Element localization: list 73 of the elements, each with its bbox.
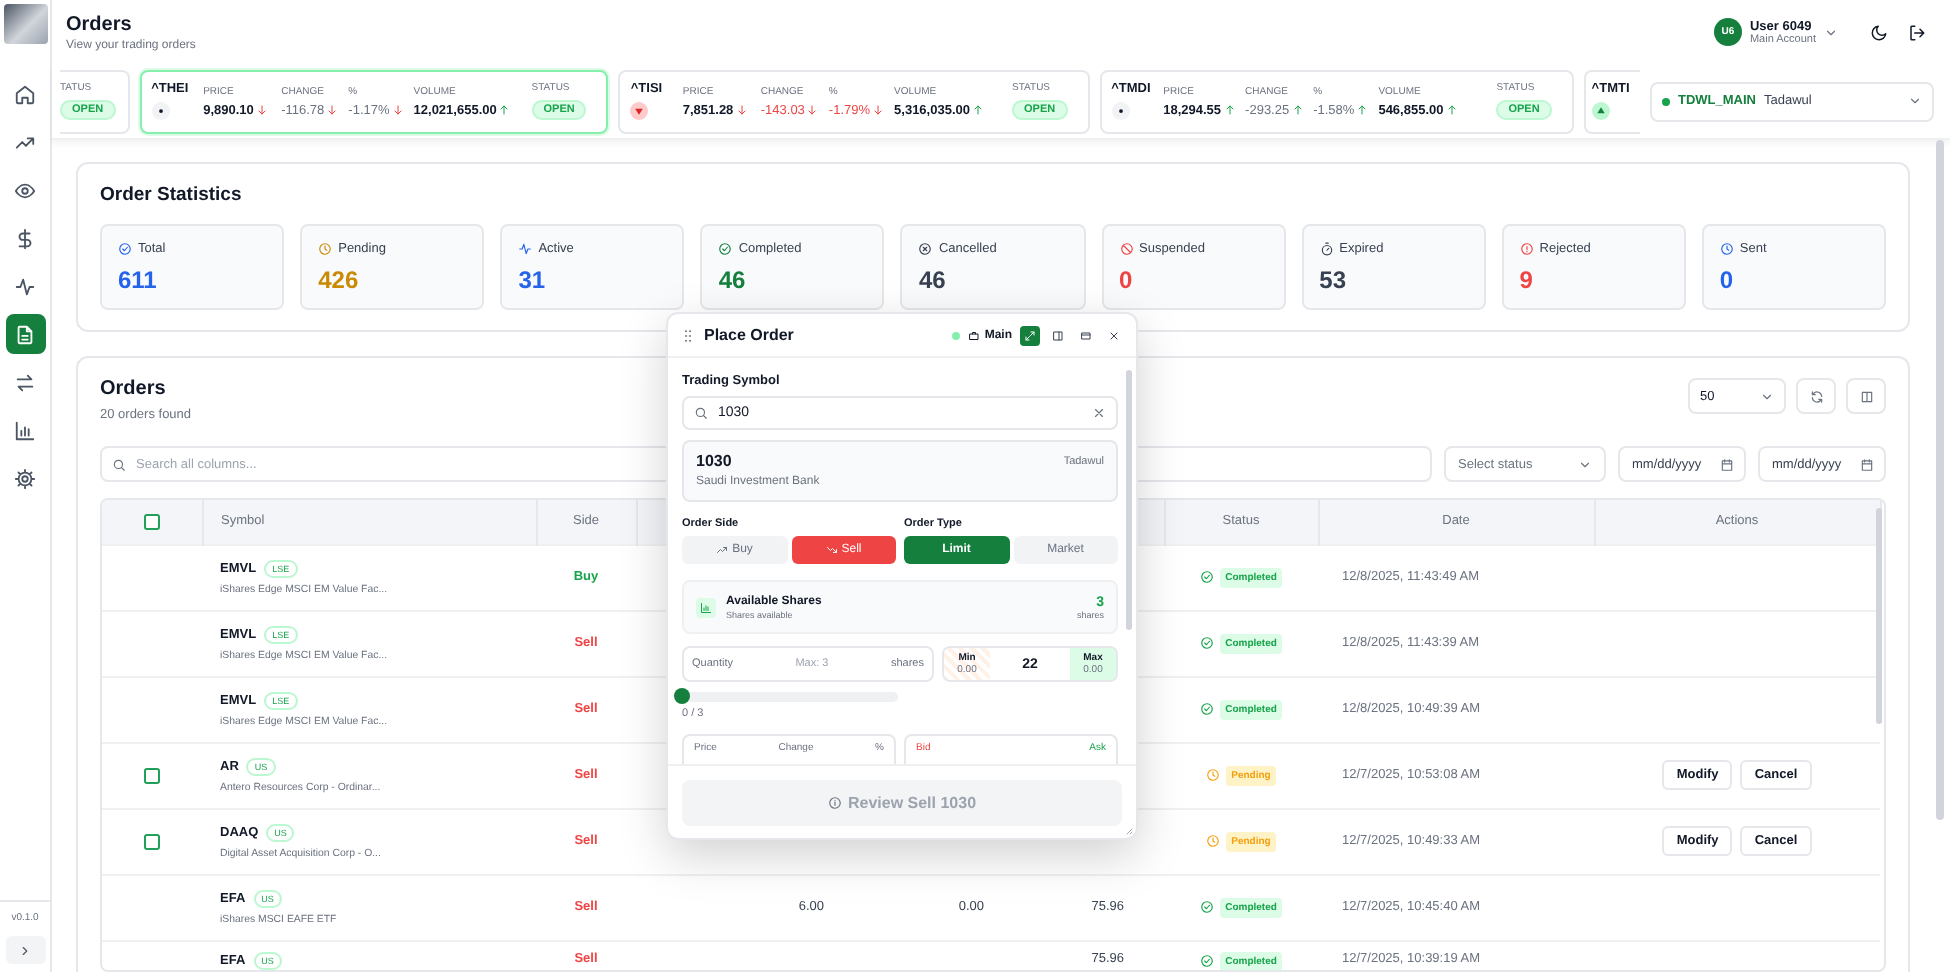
chevron-icon	[18, 943, 32, 957]
ban-icon	[1119, 242, 1134, 256]
scrollbar[interactable]	[1126, 370, 1132, 630]
alert-icon	[1519, 242, 1534, 256]
chevron-down-icon	[1908, 94, 1922, 108]
trend-down-icon	[825, 544, 838, 556]
stat-value: 9	[1519, 266, 1535, 294]
chevron-down-icon	[1760, 389, 1774, 403]
search-icon	[112, 457, 126, 471]
clock-icon	[318, 242, 333, 256]
calendar-icon[interactable]	[1860, 457, 1874, 471]
expand-icon	[1024, 329, 1036, 341]
clock-icon	[1205, 768, 1220, 782]
trend-line-icon	[14, 131, 36, 153]
close-icon	[1108, 329, 1120, 341]
swap-arrows-icon	[14, 371, 36, 393]
stat-value: 46	[918, 266, 948, 294]
section-title: Order Statistics	[100, 184, 244, 206]
expand-button[interactable]	[1020, 325, 1040, 345]
checkbox[interactable]	[144, 767, 160, 783]
dock-button[interactable]	[1048, 325, 1068, 345]
dot-marker-icon	[1111, 102, 1130, 120]
pulse-icon	[14, 275, 36, 297]
status-dot	[952, 331, 961, 339]
section-title: Orders	[100, 378, 168, 400]
clock-icon	[1719, 242, 1734, 256]
stat-value: 53	[1319, 266, 1349, 294]
bar-chart-icon	[696, 597, 716, 617]
chevron-down-icon[interactable]	[1824, 25, 1838, 39]
pulse-icon	[518, 242, 533, 256]
logout-icon[interactable]	[1908, 23, 1926, 41]
refresh-icon	[1809, 389, 1823, 403]
stat-value: 31	[518, 266, 548, 294]
stat-value: 46	[718, 266, 748, 294]
drag-handle-icon[interactable]	[680, 327, 696, 343]
scrollbar[interactable]	[1936, 140, 1944, 820]
refresh-button[interactable]	[1796, 378, 1836, 414]
settings-icon	[14, 467, 36, 489]
dollar-icon	[14, 227, 36, 249]
home-icon	[14, 83, 36, 105]
eye-icon	[14, 179, 36, 201]
columns-button[interactable]	[1846, 378, 1886, 414]
search-icon	[694, 406, 708, 420]
clear-icon[interactable]	[1092, 406, 1106, 420]
resize-handle-icon[interactable]	[1122, 824, 1134, 836]
dot-marker-icon	[151, 102, 170, 120]
columns-icon	[1859, 389, 1873, 403]
calendar-icon[interactable]	[1720, 457, 1734, 471]
dialog-title: Place Order	[704, 326, 796, 344]
stat-value: 0	[1119, 266, 1135, 294]
page-title: Orders	[66, 13, 134, 35]
slider-thumb[interactable]	[674, 688, 690, 704]
logo	[3, 4, 47, 44]
stat-value: 611	[118, 266, 159, 294]
window-icon	[1080, 329, 1092, 341]
panel-icon	[1052, 329, 1064, 341]
chevron-down-icon	[1578, 457, 1592, 471]
checkbox[interactable]	[144, 833, 160, 849]
info-icon	[827, 796, 842, 810]
stat-value: 0	[1719, 266, 1736, 294]
stat-value: 426	[318, 266, 361, 294]
trend-up-icon	[716, 544, 729, 556]
symbol-code: 1030	[696, 452, 732, 470]
sidebar-item[interactable]	[5, 314, 45, 354]
timer-icon	[1319, 242, 1334, 256]
document-icon	[14, 323, 36, 345]
clock-icon	[1205, 834, 1220, 848]
moon-icon[interactable]	[1870, 23, 1888, 41]
up-triangle-icon	[1591, 102, 1610, 120]
checkbox[interactable]	[143, 513, 160, 530]
bar-chart-icon	[14, 419, 36, 441]
down-triangle-icon	[630, 102, 649, 120]
briefcase-icon	[968, 329, 981, 341]
